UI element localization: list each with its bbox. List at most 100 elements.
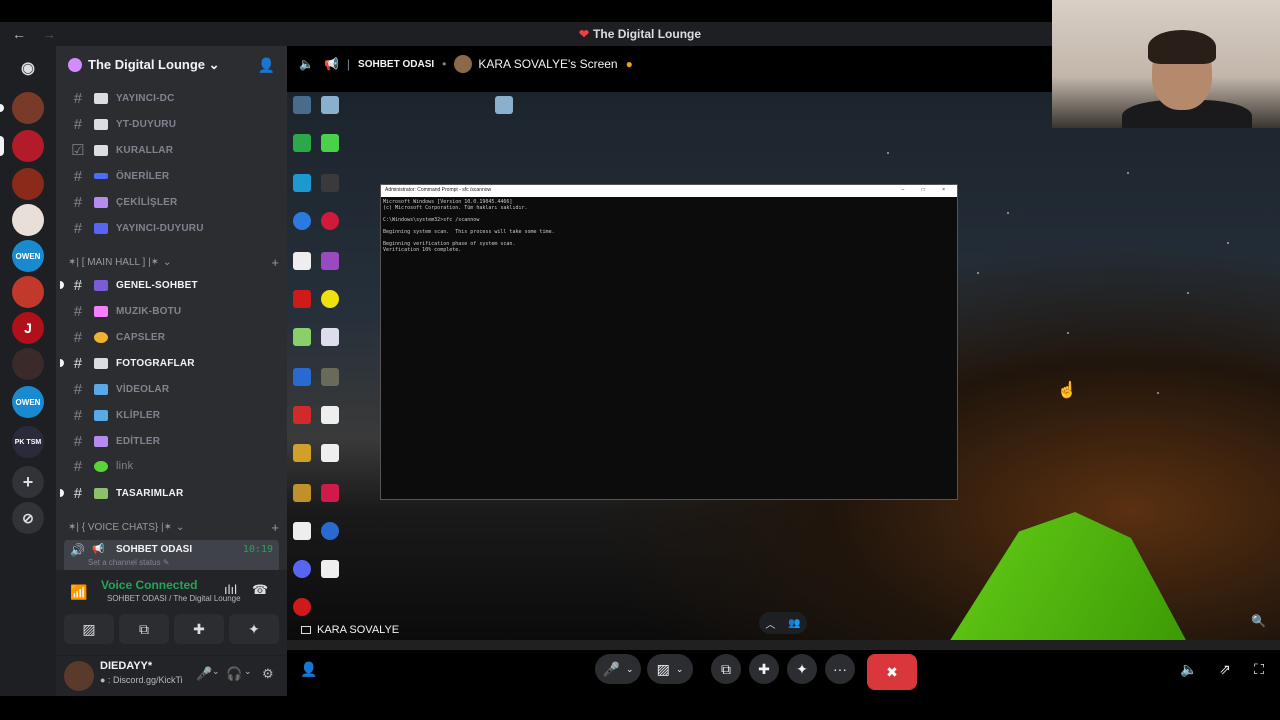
desktop-icon[interactable] xyxy=(321,252,339,270)
channel-item[interactable]: # YT-DUYURU xyxy=(64,112,279,136)
invite-user-icon[interactable]: 👤 xyxy=(258,57,275,74)
desktop-icon[interactable] xyxy=(321,522,339,540)
desktop-icon[interactable] xyxy=(495,96,513,114)
channel-emoji-icon xyxy=(94,196,108,208)
desktop-icon[interactable] xyxy=(321,406,339,424)
channel-item[interactable]: # ÖNERİLER xyxy=(64,164,279,188)
pop-out-icon[interactable]: ⇗ xyxy=(1215,654,1235,684)
voice-channel-sohbet-odasi[interactable]: 🔊 📢 SOHBET ODASI 10:19 Set a channel sta… xyxy=(64,540,279,572)
mic-toggle[interactable]: 🎤 ⌄ xyxy=(595,654,641,684)
create-channel-icon[interactable]: + xyxy=(271,255,279,270)
cmd-title-bar[interactable]: Administrator: Command Prompt - sfc /sca… xyxy=(381,185,957,197)
desktop-icon[interactable] xyxy=(321,368,339,386)
camera-off-button[interactable]: ▨ xyxy=(64,614,114,644)
channel-item-genel-sohbet[interactable]: # GENEL-SOHBET xyxy=(60,273,279,297)
server-icon[interactable] xyxy=(12,276,44,308)
username[interactable]: DIEDAYY* xyxy=(100,660,152,672)
opera-icon[interactable] xyxy=(321,212,339,230)
snapchat-icon[interactable] xyxy=(321,290,339,308)
mic-icon[interactable]: 🎤 xyxy=(196,666,212,682)
server-icon[interactable] xyxy=(12,168,44,200)
channel-item[interactable]: # YAYINCI-DC xyxy=(64,86,279,110)
server-icon[interactable] xyxy=(12,130,44,162)
channel-label: VİDEOLAR xyxy=(116,383,170,395)
channel-item[interactable]: # KLİPLER xyxy=(64,403,279,427)
desktop-icon[interactable] xyxy=(321,134,339,152)
category-main-hall[interactable]: ✶| [ MAIN HALL ] |✶ ⌄ + xyxy=(64,254,279,270)
server-folder-icon[interactable]: PK TSM xyxy=(12,426,44,458)
window-controls[interactable]: – □ × xyxy=(902,187,954,195)
more-options-button[interactable]: ··· xyxy=(825,654,855,684)
add-server-icon[interactable]: + xyxy=(12,466,44,498)
desktop-icon[interactable] xyxy=(293,96,311,114)
server-icon[interactable] xyxy=(12,92,44,124)
server-header[interactable]: The Digital Lounge ⌄ 👤 xyxy=(56,46,287,84)
discord-home-icon[interactable]: ◉ xyxy=(12,52,44,84)
server-icon-j[interactable]: J xyxy=(12,312,44,344)
desktop-icon[interactable] xyxy=(321,444,339,462)
chevron-down-icon[interactable]: ⌄ xyxy=(244,666,252,677)
desktop-icon[interactable] xyxy=(321,560,339,578)
channel-item[interactable]: # EDİTLER xyxy=(64,429,279,453)
add-participant-icon[interactable]: 👤 xyxy=(299,654,319,684)
desktop-icon[interactable] xyxy=(321,484,339,502)
leave-call-button[interactable]: ✖ xyxy=(867,654,917,690)
desktop-icon[interactable] xyxy=(293,290,311,308)
desktop-icon[interactable] xyxy=(293,134,311,152)
activities-button[interactable]: ✚ xyxy=(749,654,779,684)
zoom-icon[interactable]: 🔍 xyxy=(1251,614,1266,628)
server-icon-owen[interactable]: OWEN xyxy=(12,240,44,272)
desktop-icon[interactable] xyxy=(321,174,339,192)
desktop-icon[interactable] xyxy=(293,328,311,346)
avatar[interactable] xyxy=(64,661,94,691)
channel-item[interactable]: # ÇEKİLİŞLER xyxy=(64,190,279,214)
disconnect-icon[interactable]: ☎ xyxy=(252,582,268,598)
channel-item-fotograflar[interactable]: # FOTOGRAFLAR xyxy=(60,351,279,375)
command-prompt-window[interactable]: Administrator: Command Prompt - sfc /sca… xyxy=(380,184,958,500)
gear-icon[interactable]: ⚙ xyxy=(262,666,274,682)
desktop-icon[interactable] xyxy=(293,444,311,462)
expand-participants-button[interactable]: ︿ 👥 xyxy=(759,612,807,634)
channel-item[interactable]: # VİDEOLAR xyxy=(64,377,279,401)
channel-item[interactable]: ☑ KURALLAR xyxy=(64,138,279,162)
channel-item[interactable]: # CAPSLER xyxy=(64,325,279,349)
edge-icon[interactable] xyxy=(293,212,311,230)
voice-connected-subtitle[interactable]: SOHBET ODASI / The Digital Lounge xyxy=(107,594,241,603)
server-icon[interactable] xyxy=(12,204,44,236)
desktop-icon[interactable] xyxy=(293,522,311,540)
activities-icon: ✚ xyxy=(758,660,770,677)
share-screen-button[interactable]: ⧉ xyxy=(119,614,169,644)
discover-icon[interactable]: ⊘ xyxy=(12,502,44,534)
share-screen-button[interactable]: ⧉ xyxy=(711,654,741,684)
activities-button[interactable]: ✚ xyxy=(174,614,224,644)
category-voice-chats[interactable]: ✶| { VOICE CHATS} |✶ ⌄ + xyxy=(64,519,279,535)
desktop-icon[interactable] xyxy=(321,328,339,346)
soundboard-button[interactable]: ✦ xyxy=(787,654,817,684)
desktop-icon[interactable] xyxy=(293,252,311,270)
camera-toggle[interactable]: ▨ ⌄ xyxy=(647,654,693,684)
desktop-icon[interactable] xyxy=(321,96,339,114)
discord-desktop-icon[interactable] xyxy=(293,560,311,578)
fullscreen-icon[interactable]: ⛶ xyxy=(1249,654,1269,684)
noise-suppression-icon[interactable]: ılıl xyxy=(224,582,237,597)
desktop-icon[interactable] xyxy=(293,598,311,616)
desktop-icon[interactable] xyxy=(293,484,311,502)
volume-icon[interactable]: 🔈 xyxy=(1179,654,1199,684)
shared-screen[interactable]: Administrator: Command Prompt - sfc /sca… xyxy=(287,92,1280,650)
desktop-icon[interactable] xyxy=(293,368,311,386)
server-icon-owen[interactable]: OWEN xyxy=(12,386,44,418)
voice-connected-title[interactable]: Voice Connected xyxy=(101,578,197,592)
headphones-icon[interactable]: 🎧 xyxy=(226,666,242,682)
create-channel-icon[interactable]: + xyxy=(271,520,279,535)
desktop-icon[interactable] xyxy=(293,406,311,424)
channel-item[interactable]: # YAYINCI-DUYURU xyxy=(64,216,279,240)
chevron-down-icon[interactable]: ⌄ xyxy=(212,666,220,677)
hash-icon: # xyxy=(73,167,83,185)
desktop-icon[interactable] xyxy=(293,174,311,192)
soundboard-button[interactable]: ✦ xyxy=(229,614,279,644)
server-icon[interactable] xyxy=(12,348,44,380)
channel-item[interactable]: # MUZIK-BOTU xyxy=(64,299,279,323)
channel-status-placeholder[interactable]: Set a channel status ✎ xyxy=(88,558,169,567)
channel-item[interactable]: # link xyxy=(64,454,279,478)
channel-item-tasarimlar[interactable]: # TASARIMLAR xyxy=(60,481,279,505)
